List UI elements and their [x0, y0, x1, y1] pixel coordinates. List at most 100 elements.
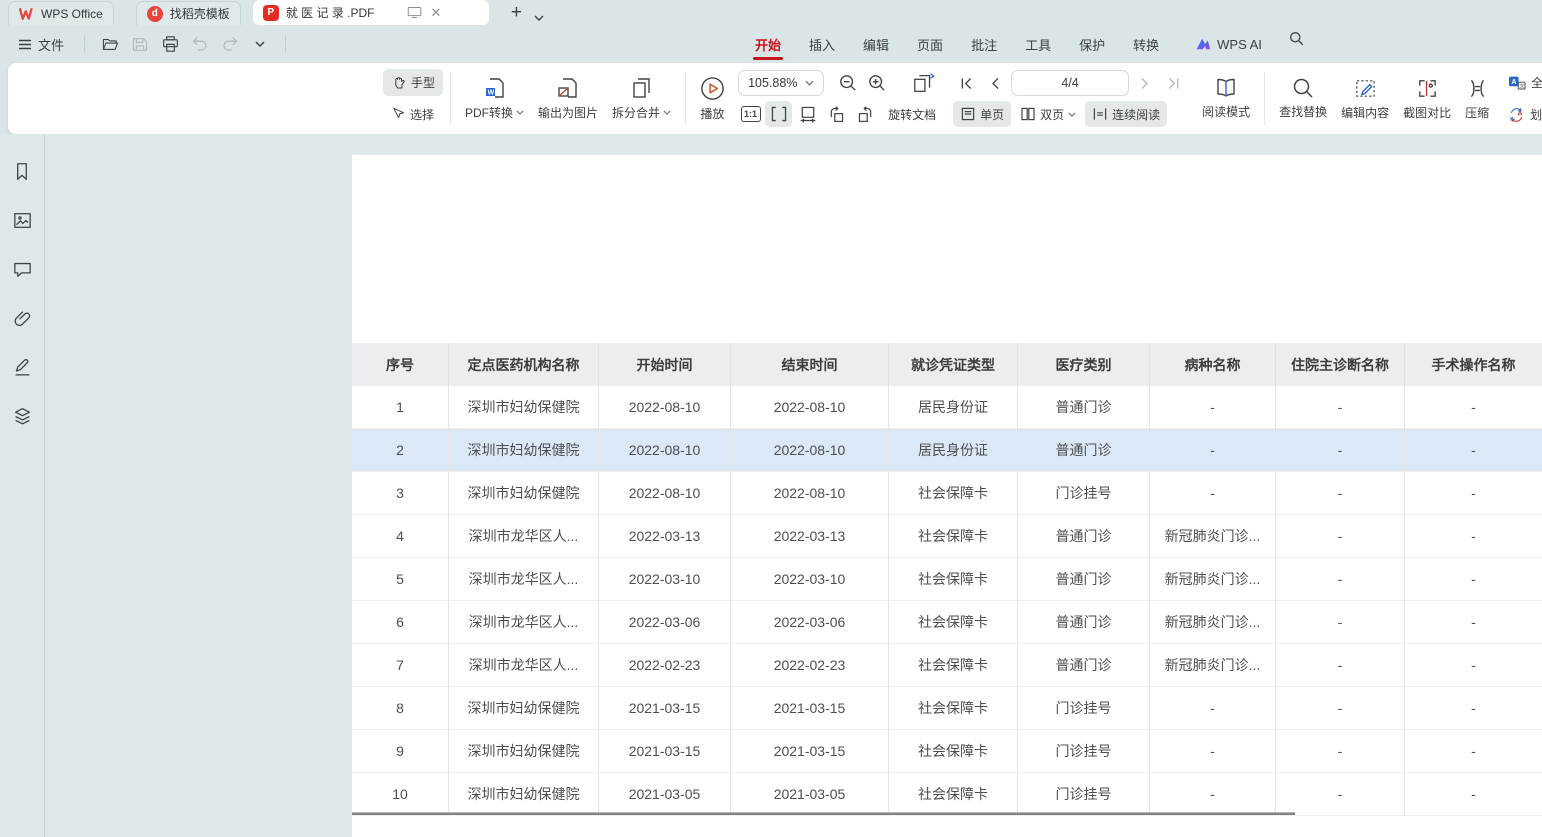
zoom-out-button[interactable]	[834, 70, 861, 96]
table-cell: 新冠肺炎门诊...	[1150, 601, 1276, 644]
wps-ai-label: WPS AI	[1217, 37, 1262, 52]
menu-protect[interactable]: 保护	[1065, 25, 1119, 63]
word-translate-button[interactable]: xA 划词翻译	[1500, 101, 1542, 128]
docer-icon: d	[147, 6, 163, 22]
single-page-button[interactable]: 单页	[953, 101, 1011, 127]
table-cell: 普通门诊	[1018, 386, 1150, 429]
chevron-down-icon	[805, 80, 814, 86]
menu-insert[interactable]: 插入	[795, 25, 849, 63]
hand-tool-button[interactable]: 手型	[383, 69, 443, 96]
play-button[interactable]: 播放	[693, 68, 732, 129]
prev-page-icon	[989, 76, 1002, 91]
table-cell: 8	[352, 687, 449, 730]
find-replace-button[interactable]: 查找替换	[1272, 68, 1334, 129]
print-button[interactable]	[157, 31, 183, 57]
table-row: 7深圳市龙华区人...2022-02-232022-02-23社会保障卡普通门诊…	[352, 644, 1542, 687]
single-page-label: 单页	[980, 106, 1004, 123]
last-page-icon	[1166, 76, 1181, 91]
chevron-down-icon	[255, 41, 265, 47]
menu-home[interactable]: 开始	[741, 25, 795, 63]
tab-docer-templates[interactable]: d 找稻壳模板	[136, 1, 241, 25]
new-tab-button[interactable]: +	[507, 3, 526, 25]
rotate-right-button[interactable]	[852, 101, 879, 127]
table-cell: 2021-03-05	[731, 773, 889, 816]
last-page-button[interactable]	[1160, 70, 1187, 96]
pdf-convert-button[interactable]: W PDF转换	[458, 68, 531, 129]
zoom-level-combo[interactable]: 105.88%	[738, 70, 824, 96]
prev-page-button[interactable]	[982, 70, 1009, 96]
close-tab-icon[interactable]: ✕	[430, 5, 441, 21]
read-mode-button[interactable]: 阅读模式	[1195, 68, 1257, 129]
actual-size-button[interactable]: 1:1	[738, 101, 763, 127]
split-merge-button[interactable]: 拆分合并	[605, 68, 678, 129]
tab-document-pdf[interactable]: P 就 医 记 录 .PDF ✕	[253, 0, 489, 25]
table-header-cell: 医疗类别	[1018, 343, 1150, 386]
table-cell: 社会保障卡	[889, 730, 1018, 773]
table-cell: 2022-03-10	[731, 558, 889, 601]
table-cell: 深圳市妇幼保健院	[449, 730, 599, 773]
layers-panel-button[interactable]	[7, 401, 37, 431]
continuous-read-button[interactable]: 连续阅读	[1085, 101, 1167, 127]
organize-pages-button[interactable]	[906, 70, 942, 96]
table-header-cell: 序号	[352, 343, 449, 386]
compress-button[interactable]: 压缩	[1458, 68, 1496, 129]
edit-content-button[interactable]: 编辑内容	[1334, 68, 1396, 129]
tab-list-chevron-icon[interactable]	[534, 15, 544, 25]
menu-search-button[interactable]	[1284, 25, 1310, 51]
undo-button[interactable]	[187, 31, 213, 57]
wps-ai-button[interactable]: WPS AI	[1189, 25, 1268, 63]
screenshot-compare-button[interactable]: 截图对比	[1396, 68, 1458, 129]
table-cell: 9	[352, 730, 449, 773]
double-page-button[interactable]: 双页	[1013, 101, 1083, 127]
page-indicator-value: 4/4	[1061, 76, 1078, 90]
table-cell: -	[1405, 558, 1542, 601]
menu-edit[interactable]: 编辑	[849, 25, 903, 63]
zoom-in-button[interactable]	[863, 70, 890, 96]
table-row: 1深圳市妇幼保健院2022-08-102022-08-10居民身份证普通门诊--…	[352, 386, 1542, 429]
attachments-panel-button[interactable]	[7, 303, 37, 333]
printer-icon	[162, 36, 179, 52]
table-cell: -	[1276, 429, 1405, 472]
signature-pen-icon	[13, 358, 32, 377]
menu-convert[interactable]: 转换	[1119, 25, 1173, 63]
open-file-button[interactable]	[97, 31, 123, 57]
table-horizontal-scrollbar[interactable]	[352, 812, 1295, 815]
redo-button[interactable]	[217, 31, 243, 57]
select-tool-label: 选择	[410, 106, 434, 123]
rotate-left-button[interactable]	[823, 101, 850, 127]
file-menu-button[interactable]: 文件	[10, 31, 72, 58]
menu-page[interactable]: 页面	[903, 25, 957, 63]
comments-panel-button[interactable]	[7, 254, 37, 284]
table-cell: 2	[352, 429, 449, 472]
export-image-button[interactable]: 输出为图片	[531, 68, 605, 129]
table-cell: 门诊挂号	[1018, 472, 1150, 515]
thumbnails-panel-button[interactable]	[7, 205, 37, 235]
menu-tools[interactable]: 工具	[1011, 25, 1065, 63]
select-tool-button[interactable]: 选择	[383, 101, 443, 128]
table-cell: 2022-03-10	[599, 558, 731, 601]
continuous-read-label: 连续阅读	[1112, 106, 1160, 123]
table-cell: 5	[352, 558, 449, 601]
chevron-down-icon	[663, 110, 671, 115]
tab-wps-office[interactable]: WPS Office	[8, 1, 114, 25]
double-page-icon	[1020, 106, 1036, 122]
fit-width-button[interactable]	[765, 101, 792, 127]
table-cell: 3	[352, 472, 449, 515]
page-indicator-input[interactable]: 4/4	[1011, 70, 1129, 96]
find-replace-label: 查找替换	[1279, 103, 1327, 120]
next-page-button[interactable]	[1131, 70, 1158, 96]
signature-panel-button[interactable]	[7, 352, 37, 382]
bookmarks-panel-button[interactable]	[7, 156, 37, 186]
full-translate-button[interactable]: A文 全文翻译	[1500, 69, 1542, 96]
rotate-doc-button[interactable]: 旋转文档	[881, 101, 943, 127]
folder-open-icon	[102, 37, 119, 52]
first-page-button[interactable]	[953, 70, 980, 96]
save-button[interactable]	[127, 31, 153, 57]
table-cell: -	[1405, 386, 1542, 429]
toolbar: 手型 选择 W PDF转换 输出为图片	[8, 63, 1542, 134]
menu-comment[interactable]: 批注	[957, 25, 1011, 63]
fit-page-button[interactable]	[794, 101, 821, 127]
quickbar-more-button[interactable]	[247, 31, 273, 57]
table-cell: -	[1276, 558, 1405, 601]
screen-share-icon[interactable]	[407, 6, 422, 19]
